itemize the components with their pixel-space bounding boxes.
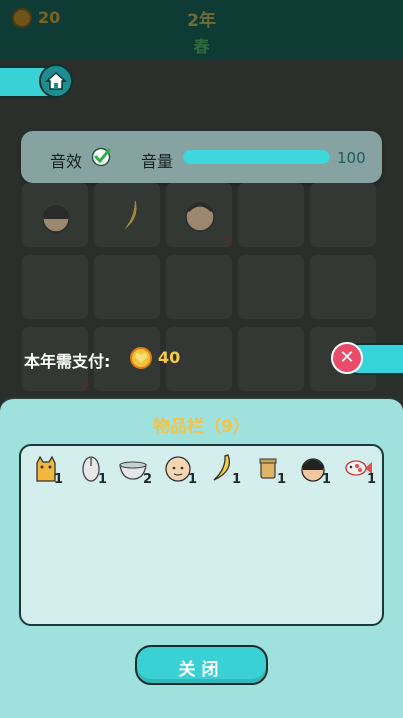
item-count: 2	[143, 472, 153, 487]
grid-cell	[238, 183, 304, 247]
close-button-label: 关闭	[178, 660, 225, 680]
grid-cell	[94, 255, 160, 319]
grid-cell	[310, 183, 376, 247]
sfx-label: 音效	[50, 152, 83, 171]
grid-cell	[310, 255, 376, 319]
item-count: 1	[277, 472, 287, 487]
payment-label: 本年需支付:	[24, 352, 111, 371]
grid-cell	[238, 327, 304, 391]
volume-value: 100	[337, 149, 366, 167]
volume-slider[interactable]	[183, 150, 330, 164]
banana-icon	[119, 197, 138, 234]
grid-cell	[22, 255, 88, 319]
item-count: 1	[54, 472, 64, 487]
checkmark-icon[interactable]	[91, 147, 111, 167]
bald-man-icon	[185, 202, 215, 232]
close-icon[interactable]: ✕	[331, 342, 363, 374]
inventory-title: 物品栏（9）	[153, 417, 250, 437]
grid-item-count: 3	[225, 236, 233, 249]
item-count: 1	[367, 472, 377, 487]
close-button[interactable]: 关闭	[135, 645, 268, 685]
item-count: 1	[98, 472, 108, 487]
year-label: 2年	[187, 11, 216, 31]
payment-amount: 40	[158, 348, 181, 367]
item-count: 1	[188, 472, 198, 487]
grid-cell	[238, 255, 304, 319]
grid-cell	[166, 255, 232, 319]
season-label: 春	[193, 37, 210, 56]
item-count: 1	[232, 472, 242, 487]
home-icon	[45, 71, 67, 90]
thief-icon	[42, 205, 70, 233]
heart-coin-icon	[130, 347, 152, 369]
grid-item-count: 2	[82, 380, 90, 393]
home-button[interactable]	[39, 64, 73, 98]
item-count: 1	[322, 472, 332, 487]
volume-label: 音量	[141, 152, 174, 171]
volume-slider-fill	[183, 150, 330, 164]
